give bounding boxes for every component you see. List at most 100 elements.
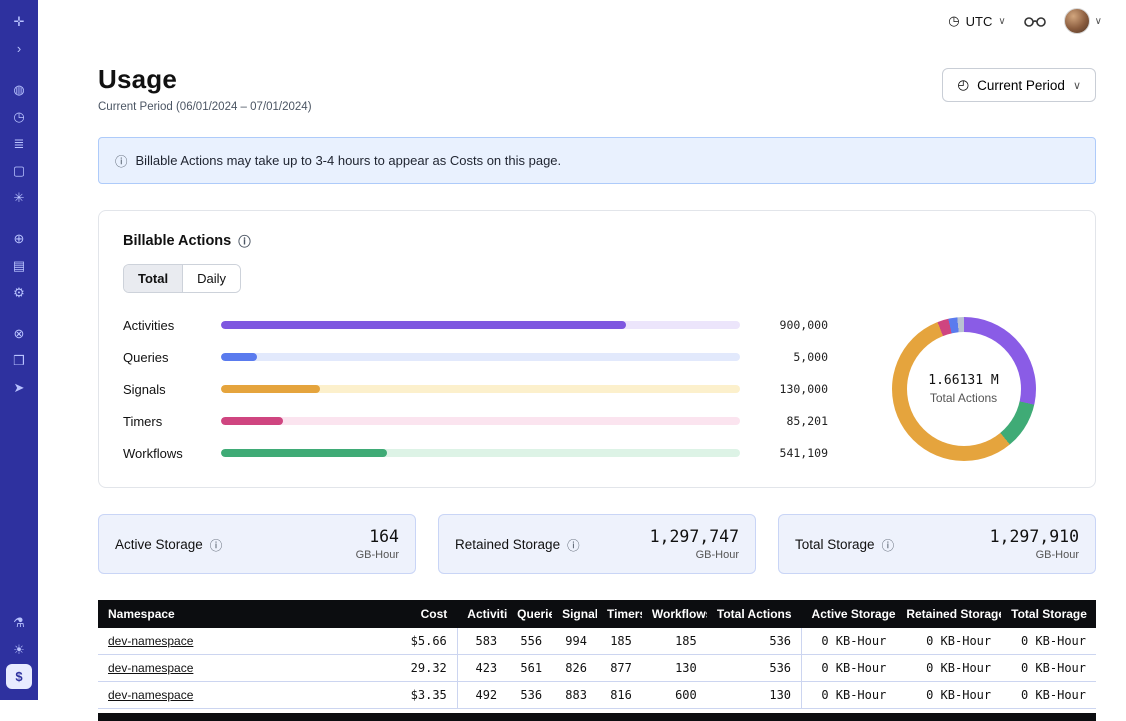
deployments-icon[interactable]: ▢ (6, 158, 32, 183)
tab-total[interactable]: Total (124, 265, 182, 292)
col-header-activities: Activities (457, 600, 507, 628)
namespaces-icon[interactable]: ◍ (6, 77, 32, 102)
donut-total-value: 1.66131 M (928, 373, 998, 388)
theme-sun-icon[interactable]: ☀ (6, 637, 32, 662)
cell-queries: 561 (507, 655, 552, 682)
history-icon[interactable]: ◷ (6, 104, 32, 129)
page-subtitle: Current Period (06/01/2024 – 07/01/2024) (98, 101, 312, 113)
storage-label-text: Active Storage (115, 537, 203, 552)
layers-icon[interactable]: ≣ (6, 131, 32, 156)
billable-tabs: TotalDaily (123, 264, 241, 293)
donut-total-label: Total Actions (930, 391, 997, 405)
bar-row-signals: Signals130,000 (123, 382, 828, 397)
page-title: Usage (98, 64, 312, 95)
cell-queries: 556 (507, 628, 552, 655)
topbar: ◷ UTC ∨ ∨ (38, 0, 1126, 42)
donut-center: 1.66131 M Total Actions (907, 332, 1021, 446)
settings-gear-icon[interactable]: ⚙ (6, 280, 32, 305)
namespace-link[interactable]: dev-namespace (108, 634, 193, 648)
sidebar-group: ⊗❒➤ (6, 320, 32, 401)
regions-icon[interactable]: ⊕ (6, 226, 32, 251)
bar-fill (221, 385, 320, 393)
storage-value-number: 1,297,747 (650, 527, 739, 546)
col-header-workflows: Workflows (642, 600, 707, 628)
storage-card-value: 164GB-Hour (356, 527, 399, 561)
storage-value-number: 1,297,910 (990, 527, 1079, 546)
cell-cost: $3.35 (392, 682, 457, 709)
usage-dollar-icon[interactable]: $ (6, 664, 32, 689)
info-icon[interactable]: ⓘ (210, 535, 223, 554)
cell-namespace: dev-namespace (98, 655, 392, 682)
cell-total-storage: 0 KB-Hour (1001, 628, 1096, 655)
user-menu[interactable]: ∨ (1064, 8, 1102, 34)
storage-value-unit: GB-Hour (990, 549, 1079, 561)
bar-track (221, 321, 740, 329)
cell-signals: 994 (552, 628, 597, 655)
bar-value: 900,000 (752, 318, 828, 332)
getting-started-icon[interactable]: ➤ (6, 375, 32, 400)
table-row: dev-namespace$5.665835569941851855360 KB… (98, 628, 1096, 655)
info-icon[interactable]: ⓘ (882, 535, 895, 554)
bar-track (221, 385, 740, 393)
bar-label: Activities (123, 318, 209, 333)
col-header-namespace: Namespace (98, 600, 392, 628)
storage-card-label: Active Storage ⓘ (115, 535, 222, 554)
bar-row-activities: Activities 900,000 (123, 318, 828, 333)
billable-actions-title: Billable Actions (123, 233, 231, 249)
cell-workflows: 130 (642, 655, 707, 682)
sidebar: ✛› ◍◷≣▢✳ ⊕▤⚙ ⊗❒➤ ⚗☀$ (0, 0, 38, 700)
billing-panel-icon[interactable]: ▤ (6, 253, 32, 278)
glasses-icon[interactable] (1024, 15, 1046, 27)
cell-total-actions: 130 (707, 682, 802, 709)
bar-track (221, 417, 740, 425)
timezone-selector[interactable]: ◷ UTC ∨ (948, 13, 1005, 29)
cell-total-storage: 0 KB-Hour (1001, 682, 1096, 709)
storage-value-unit: GB-Hour (650, 549, 739, 561)
col-header-queries: Queries (507, 600, 552, 628)
bar-chart: Activities900,000Queries5,000Signals130,… (123, 318, 828, 461)
col-header-total-storage: Total Storage (1001, 600, 1096, 628)
clock-icon: ◷ (948, 13, 959, 29)
banner-text: Billable Actions may take up to 3-4 hour… (136, 153, 562, 168)
bar-label: Timers (123, 414, 209, 429)
donut-chart-wrap: 1.66131 M Total Actions (856, 317, 1071, 461)
info-icon[interactable]: ⓘ (567, 535, 580, 554)
cell-retained-storage: 0 KB-Hour (896, 682, 1001, 709)
cell-total-storage: 0 KB-Hour (1001, 655, 1096, 682)
cell-queries: 536 (507, 682, 552, 709)
sidebar-bottom: ⚗☀$ (6, 609, 32, 690)
cell-activities: 492 (457, 682, 507, 709)
labs-flask-icon[interactable]: ⚗ (6, 610, 32, 635)
table-row: dev-namespace29.324235618268771305360 KB… (98, 655, 1096, 682)
next-table-partial-header (98, 713, 1096, 721)
period-dropdown-button[interactable]: ◴ Current Period ∨ (942, 68, 1096, 102)
bar-row-timers: Timers85,201 (123, 414, 828, 429)
storage-card-label: Retained Storageⓘ (455, 535, 580, 554)
namespace-link[interactable]: dev-namespace (108, 661, 193, 675)
bar-fill (221, 449, 387, 457)
docs-icon[interactable]: ❒ (6, 348, 32, 373)
table-body: dev-namespace$5.665835569941851855360 KB… (98, 628, 1096, 709)
bar-track (221, 449, 740, 457)
bar-label: Workflows (123, 446, 209, 461)
table-header-row: NamespaceCostActivitiesQueriesSignalsTim… (98, 600, 1096, 628)
limits-icon[interactable]: ⊗ (6, 321, 32, 346)
col-header-retained-storage: Retained Storage (896, 600, 1001, 628)
cell-total-actions: 536 (707, 628, 802, 655)
storage-card-retained-storage: Retained Storageⓘ 1,297,747 GB-Hour (438, 514, 756, 574)
temporal-logo-icon[interactable]: ✛ (6, 9, 32, 34)
integrations-icon[interactable]: ✳ (6, 185, 32, 210)
info-icon: ⓘ (115, 151, 128, 170)
collapse-chevron-icon[interactable]: › (6, 36, 32, 61)
stopwatch-icon: ◴ (957, 77, 969, 93)
bar-value: 541,109 (752, 446, 828, 460)
info-icon[interactable]: ⓘ (238, 231, 251, 250)
bar-row-workflows: Workflows 541,109 (123, 446, 828, 461)
col-header-active-storage: Active Storage (802, 600, 897, 628)
tab-daily[interactable]: Daily (182, 265, 240, 292)
cell-timers: 877 (597, 655, 642, 682)
col-header-cost: Cost (392, 600, 457, 628)
avatar (1064, 8, 1090, 34)
cell-workflows: 600 (642, 682, 707, 709)
sidebar-group: ⊕▤⚙ (6, 225, 32, 306)
